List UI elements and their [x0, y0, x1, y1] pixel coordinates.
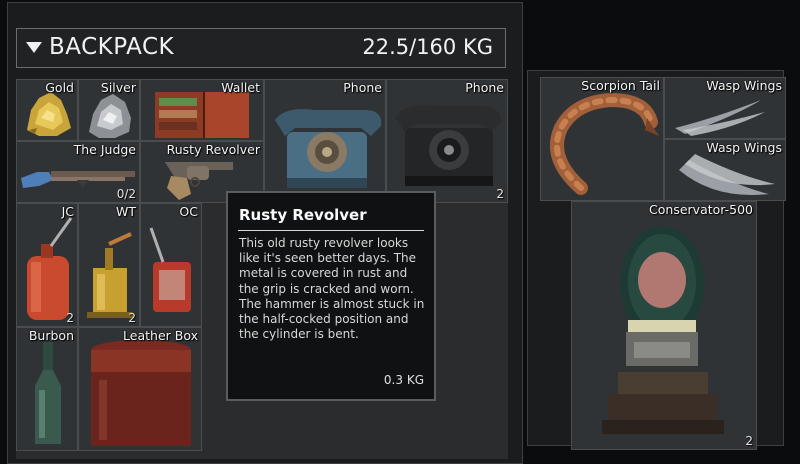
item-name: Wasp Wings: [706, 140, 782, 155]
item-name: Rusty Revolver: [166, 142, 260, 157]
item-jc[interactable]: JC 2: [16, 203, 78, 327]
item-phone-2[interactable]: Phone 2: [386, 79, 508, 203]
item-name: Wasp Wings: [706, 78, 782, 93]
item-name: The Judge: [73, 142, 136, 157]
item-the-judge[interactable]: The Judge 0/2: [16, 141, 140, 203]
item-gold[interactable]: Gold: [16, 79, 78, 141]
item-name: Scorpion Tail: [581, 78, 660, 93]
item-name: Phone: [465, 80, 504, 95]
item-name: Silver: [100, 80, 136, 95]
backpack-weight: 22.5/160 KG: [362, 35, 493, 59]
item-quantity: 2: [66, 311, 74, 325]
item-name: Conservator-500: [649, 202, 753, 217]
item-wasp-wings-2[interactable]: Wasp Wings: [664, 139, 786, 201]
oil-can-icon: [27, 217, 73, 320]
item-name: Wallet: [221, 80, 260, 95]
item-wasp-wings-1[interactable]: Wasp Wings: [664, 77, 786, 139]
bottle-icon: [35, 342, 61, 444]
conservator-jar-icon: [602, 226, 724, 434]
tooltip-description: This old rusty revolver looks like it's …: [239, 236, 425, 342]
tooltip-divider: [238, 230, 424, 231]
item-oc[interactable]: OC: [140, 203, 202, 327]
backpack-header[interactable]: BACKPACK 22.5/160 KG: [16, 28, 506, 68]
blue-rotary-phone-icon: [275, 109, 382, 188]
tooltip-weight: 0.3 KG: [383, 373, 424, 387]
item-scorpion-tail[interactable]: Scorpion Tail: [540, 77, 664, 201]
scorpion-tail-icon: [550, 92, 659, 195]
item-name: Leather Box: [123, 328, 198, 343]
collapse-triangle-icon[interactable]: [26, 42, 42, 53]
item-name: WT: [116, 204, 136, 219]
item-wt[interactable]: WT 2: [78, 203, 140, 327]
item-silver[interactable]: Silver: [78, 79, 140, 141]
item-tooltip: Rusty Revolver This old rusty revolver l…: [226, 191, 436, 401]
item-name: Phone: [343, 80, 382, 95]
tooltip-title: Rusty Revolver: [239, 206, 367, 224]
item-name: Gold: [45, 80, 74, 95]
item-quantity: 2: [496, 187, 504, 201]
item-burbon[interactable]: Burbon: [16, 327, 78, 451]
item-conservator-500[interactable]: Conservator-500 2: [571, 201, 757, 450]
item-phone-1[interactable]: Phone: [264, 79, 386, 203]
item-wallet[interactable]: Wallet: [140, 79, 264, 141]
black-rotary-phone-icon: [395, 105, 501, 186]
item-leather-box[interactable]: Leather Box: [78, 327, 202, 451]
leather-box-icon: [91, 340, 191, 446]
oil-canister-icon: [149, 227, 191, 312]
item-name: Burbon: [28, 328, 74, 343]
item-name: JC: [61, 204, 74, 219]
blowtorch-icon: [87, 232, 133, 318]
item-quantity: 2: [128, 311, 136, 325]
backpack-title: BACKPACK: [49, 34, 175, 60]
item-quantity: 0/2: [116, 187, 136, 201]
item-quantity: 2: [745, 434, 753, 448]
item-name: OC: [179, 204, 198, 219]
